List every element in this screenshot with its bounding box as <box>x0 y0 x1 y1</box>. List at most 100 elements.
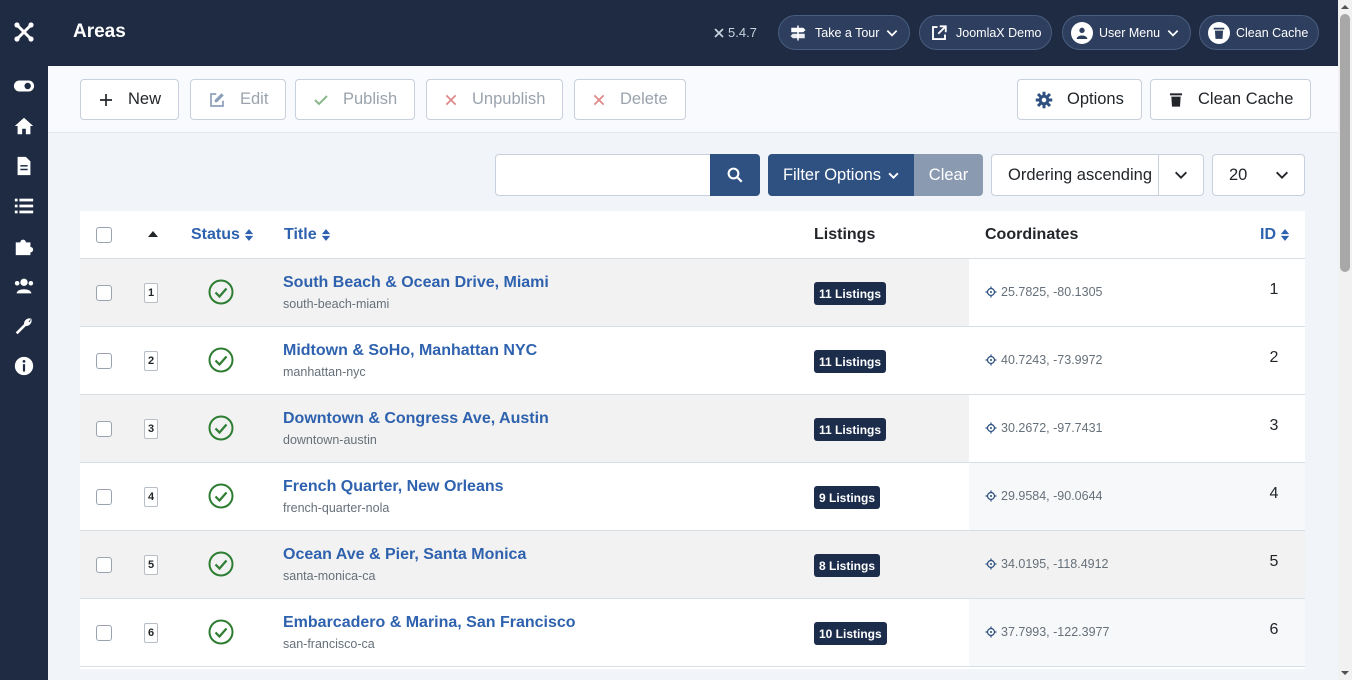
listings-count-badge[interactable]: 9 Listings <box>814 486 881 509</box>
table-row: 3 Downtown & Congress Ave, Austin downto… <box>80 395 1305 463</box>
demo-site-label: JoomlaX Demo <box>956 25 1042 40</box>
row-checkbox[interactable] <box>96 625 112 641</box>
ordering-number: 1 <box>144 283 158 303</box>
area-title-link[interactable]: Midtown & SoHo, Manhattan NYC <box>283 342 537 360</box>
id-header-label: ID <box>1260 226 1276 243</box>
select-all-checkbox[interactable] <box>96 227 112 243</box>
scroll-up-arrow-icon[interactable] <box>1338 0 1352 14</box>
table-row: 4 French Quarter, New Orleans french-qua… <box>80 463 1305 531</box>
trash-icon <box>1208 21 1230 44</box>
crosshair-icon <box>985 558 997 570</box>
sort-icon <box>321 229 330 241</box>
delete-button[interactable]: Delete <box>574 79 686 120</box>
unpublish-button[interactable]: Unpublish <box>426 79 564 120</box>
coordinates-column-header: Coordinates <box>985 226 1079 243</box>
components-puzzle-icon[interactable] <box>12 234 36 258</box>
row-checkbox[interactable] <box>96 421 112 437</box>
listings-count-badge[interactable]: 11 Listings <box>814 418 887 441</box>
crosshair-icon <box>985 286 997 298</box>
published-check-icon[interactable] <box>208 347 234 373</box>
system-wrench-icon[interactable] <box>12 314 36 338</box>
crosshair-icon <box>985 354 997 366</box>
coordinates-value: 37.7993, -122.3977 <box>985 625 1109 639</box>
chevron-down-icon <box>888 172 899 179</box>
area-title-link[interactable]: South Beach & Ocean Drive, Miami <box>283 274 549 292</box>
sidebar <box>0 0 48 680</box>
options-button[interactable]: Options <box>1017 79 1142 120</box>
signpost-icon <box>787 22 809 44</box>
home-icon[interactable] <box>12 114 36 138</box>
search-button[interactable] <box>710 154 760 196</box>
sort-icon <box>1280 229 1290 241</box>
filter-options-button[interactable]: Filter Options <box>768 154 915 196</box>
area-alias: santa-monica-ca <box>283 569 376 583</box>
help-info-icon[interactable] <box>12 354 36 378</box>
header-clean-cache-button[interactable]: Clean Cache <box>1199 15 1320 50</box>
header-clean-cache-label: Clean Cache <box>1236 25 1309 40</box>
toggle-menu-icon[interactable] <box>12 74 36 98</box>
area-title-link[interactable]: Ocean Ave & Pier, Santa Monica <box>283 546 526 564</box>
area-alias: south-beach-miami <box>283 297 390 311</box>
id-column-header[interactable]: ID <box>1260 226 1290 244</box>
unpublish-label: Unpublish <box>472 90 546 108</box>
coordinates-text: 34.0195, -118.4912 <box>1001 557 1109 571</box>
area-alias: french-quarter-nola <box>283 501 390 515</box>
user-menu-button[interactable]: User Menu <box>1062 15 1192 50</box>
search-input[interactable] <box>495 154 711 196</box>
published-check-icon[interactable] <box>208 415 234 441</box>
row-checkbox[interactable] <box>96 353 112 369</box>
row-checkbox[interactable] <box>96 489 112 505</box>
scrollbar-thumb[interactable] <box>1340 14 1350 272</box>
status-column-header[interactable]: Status <box>191 226 254 244</box>
area-title-link[interactable]: Downtown & Congress Ave, Austin <box>283 410 549 428</box>
edit-button[interactable]: Edit <box>190 79 287 120</box>
title-column-header[interactable]: Title <box>284 226 331 244</box>
area-title-link[interactable]: French Quarter, New Orleans <box>283 478 504 496</box>
user-avatar-icon <box>1071 21 1093 44</box>
coordinates-text: 37.7993, -122.3977 <box>1001 625 1110 639</box>
listings-count-badge[interactable]: 11 Listings <box>814 350 887 373</box>
list-limit-select[interactable]: 20 <box>1212 154 1305 196</box>
times-icon <box>593 94 605 105</box>
table-header: Status Title Listings Coordinates ID <box>80 211 1305 259</box>
ordering-number: 4 <box>144 487 158 507</box>
scroll-down-arrow-icon[interactable] <box>1338 666 1352 680</box>
demo-site-button[interactable]: JoomlaX Demo <box>919 15 1053 50</box>
area-id: 1 <box>1269 281 1279 298</box>
publish-label: Publish <box>343 90 398 108</box>
page-title: Areas <box>73 21 126 42</box>
header-bar: Areas 5.4.7 Take a Tour JoomlaX Demo Use… <box>48 0 1338 66</box>
action-toolbar: New Edit Publish Unpublish Delete Option… <box>48 66 1338 133</box>
take-a-tour-label: Take a Tour <box>815 25 880 40</box>
area-title-link[interactable]: Embarcadero & Marina, San Francisco <box>283 614 576 632</box>
check-icon <box>314 94 328 105</box>
ordering-select[interactable]: Ordering ascending <box>991 154 1204 196</box>
listings-count-badge[interactable]: 11 Listings <box>814 282 887 305</box>
coordinates-value: 34.0195, -118.4912 <box>985 557 1109 571</box>
chevron-down-icon <box>887 29 898 37</box>
table-row: 1 South Beach & Ocean Drive, Miami south… <box>80 259 1305 327</box>
clean-cache-button[interactable]: Clean Cache <box>1150 79 1312 120</box>
users-icon[interactable] <box>12 274 36 298</box>
page-scrollbar[interactable] <box>1338 0 1352 680</box>
coordinates-text: 29.9584, -90.0644 <box>1001 489 1103 503</box>
new-button[interactable]: New <box>80 79 180 120</box>
published-check-icon[interactable] <box>208 551 234 577</box>
row-checkbox[interactable] <box>96 557 112 573</box>
listings-count-badge[interactable]: 10 Listings <box>814 622 887 645</box>
publish-button[interactable]: Publish <box>295 79 416 120</box>
gear-icon <box>1035 91 1053 108</box>
sort-ordering-icon[interactable] <box>147 228 159 240</box>
area-id: 6 <box>1269 621 1279 638</box>
row-checkbox[interactable] <box>96 285 112 301</box>
take-a-tour-button[interactable]: Take a Tour <box>778 15 911 50</box>
content-icon[interactable] <box>12 154 36 178</box>
published-check-icon[interactable] <box>208 619 234 645</box>
clear-button[interactable]: Clear <box>914 154 983 196</box>
joomla-logo-icon[interactable] <box>12 20 36 44</box>
times-icon <box>445 94 457 105</box>
published-check-icon[interactable] <box>208 483 234 509</box>
published-check-icon[interactable] <box>208 279 234 305</box>
listings-count-badge[interactable]: 8 Listings <box>814 554 881 577</box>
menus-icon[interactable] <box>12 194 36 218</box>
